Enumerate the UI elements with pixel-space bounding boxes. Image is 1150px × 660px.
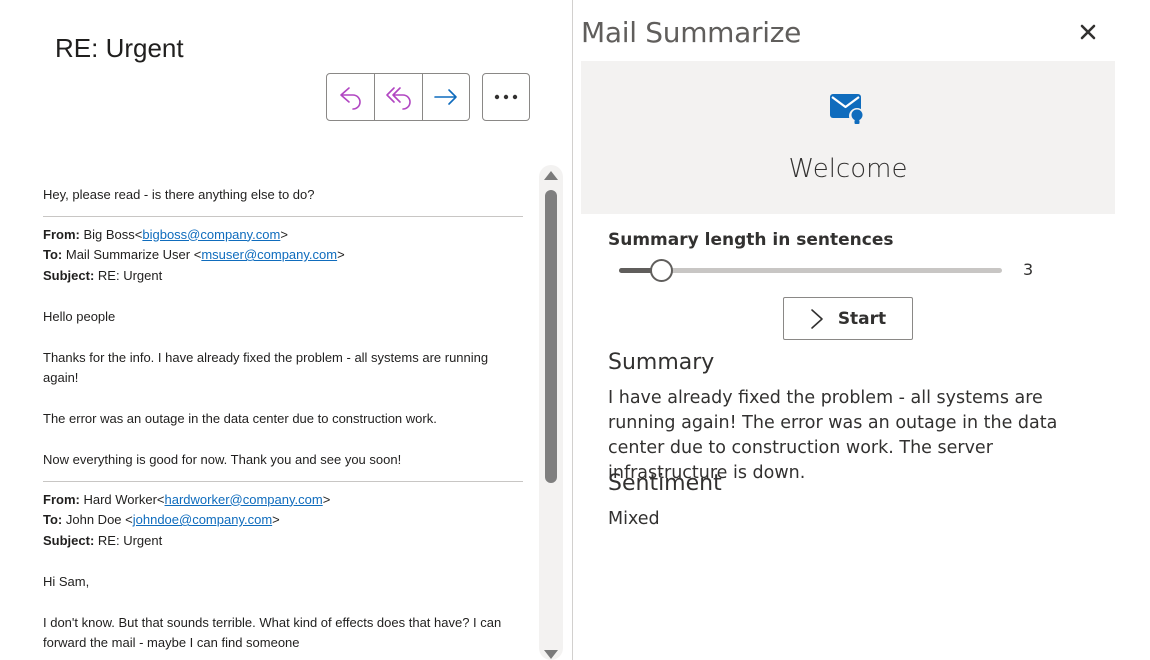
to-label: To: <box>43 512 63 527</box>
reply-icon <box>339 87 361 110</box>
to-name: Mail Summarize User < <box>65 247 202 262</box>
message-paragraph: I don't know. But that sounds terrible. … <box>43 614 502 651</box>
email-action-group <box>326 73 470 121</box>
subject-line: Subject: RE: Urgent <box>43 266 523 287</box>
message-paragraph: Now everything is good for now. Thank yo… <box>43 452 402 467</box>
intro-text: Hey, please read - is there anything els… <box>43 187 315 202</box>
more-icon <box>494 94 518 100</box>
from-email-link[interactable]: bigboss@company.com <box>142 227 280 242</box>
to-line: To: John Doe <johndoe@company.com> <box>43 512 280 527</box>
reply-button[interactable] <box>327 74 374 120</box>
mail-summarize-addin-pane: Mail Summarize Welcome Summary length in… <box>573 0 1150 660</box>
quoted-message: From: Big Boss<bigboss@company.com> To: … <box>43 225 523 471</box>
to-label: To: <box>43 247 63 262</box>
email-reading-pane: RE: Urgent Hey, please read - is there a… <box>0 0 572 660</box>
email-message-body: Hey, please read - is there anything els… <box>43 185 523 654</box>
slider-label: Summary length in sentences <box>608 230 894 250</box>
message-paragraph: Hello people <box>43 308 116 324</box>
subject-value: RE: Urgent <box>97 267 163 283</box>
start-button[interactable]: Start <box>783 297 913 340</box>
email-scrollbar[interactable] <box>539 165 563 660</box>
from-email-link[interactable]: hardworker@company.com <box>165 492 323 507</box>
from-line: From: Big Boss<bigboss@company.com> <box>43 226 288 242</box>
close-icon <box>1080 24 1096 40</box>
subject-line: Subject: RE: Urgent <box>43 531 523 552</box>
welcome-banner: Welcome <box>581 61 1115 214</box>
forward-button[interactable] <box>421 74 469 120</box>
from-label: From: <box>43 491 80 507</box>
message-paragraph: The error was an outage in the data cent… <box>43 411 437 426</box>
slider-thumb[interactable] <box>650 259 674 282</box>
addin-title: Mail Summarize <box>581 16 802 49</box>
subject-value: RE: Urgent <box>97 532 163 548</box>
reply-all-icon <box>385 87 411 110</box>
welcome-text: Welcome <box>788 154 908 184</box>
to-line: To: Mail Summarize User <msuser@company.… <box>43 247 345 262</box>
sentence-count-slider[interactable] <box>619 259 1002 282</box>
from-label: From: <box>43 226 80 242</box>
from-name: Hard Worker< <box>83 491 165 507</box>
sentiment-value: Mixed <box>608 509 660 529</box>
to-name: John Doe < <box>65 512 133 527</box>
quoted-message: From: Hard Worker<hardworker@company.com… <box>43 490 523 654</box>
sentiment-heading: Sentiment <box>608 471 722 496</box>
subject-label: Subject: <box>43 267 95 283</box>
from-name: Big Boss< <box>83 226 143 242</box>
scroll-up-arrow-icon[interactable] <box>544 171 558 180</box>
scroll-thumb[interactable] <box>545 190 557 483</box>
message-divider <box>43 480 523 482</box>
to-email-link[interactable]: msuser@company.com <box>201 247 337 262</box>
scroll-down-arrow-icon[interactable] <box>544 650 558 659</box>
chevron-right-icon <box>811 308 823 329</box>
subject-label: Subject: <box>43 532 95 548</box>
message-divider <box>43 215 523 217</box>
summary-heading: Summary <box>608 350 715 375</box>
forward-icon <box>434 89 457 105</box>
more-actions-button[interactable] <box>482 73 530 121</box>
email-subject-title: RE: Urgent <box>55 33 184 63</box>
slider-value: 3 <box>1023 260 1034 279</box>
start-button-label: Start <box>837 308 887 329</box>
message-paragraph: Hi Sam, <box>43 573 90 589</box>
reply-all-button[interactable] <box>374 74 421 120</box>
from-line: From: Hard Worker<hardworker@company.com… <box>43 491 331 507</box>
message-paragraph: Thanks for the info. I have already fixe… <box>43 349 489 386</box>
mail-lightbulb-icon <box>830 94 865 124</box>
to-email-link[interactable]: johndoe@company.com <box>133 512 272 527</box>
close-button[interactable] <box>1076 20 1100 44</box>
